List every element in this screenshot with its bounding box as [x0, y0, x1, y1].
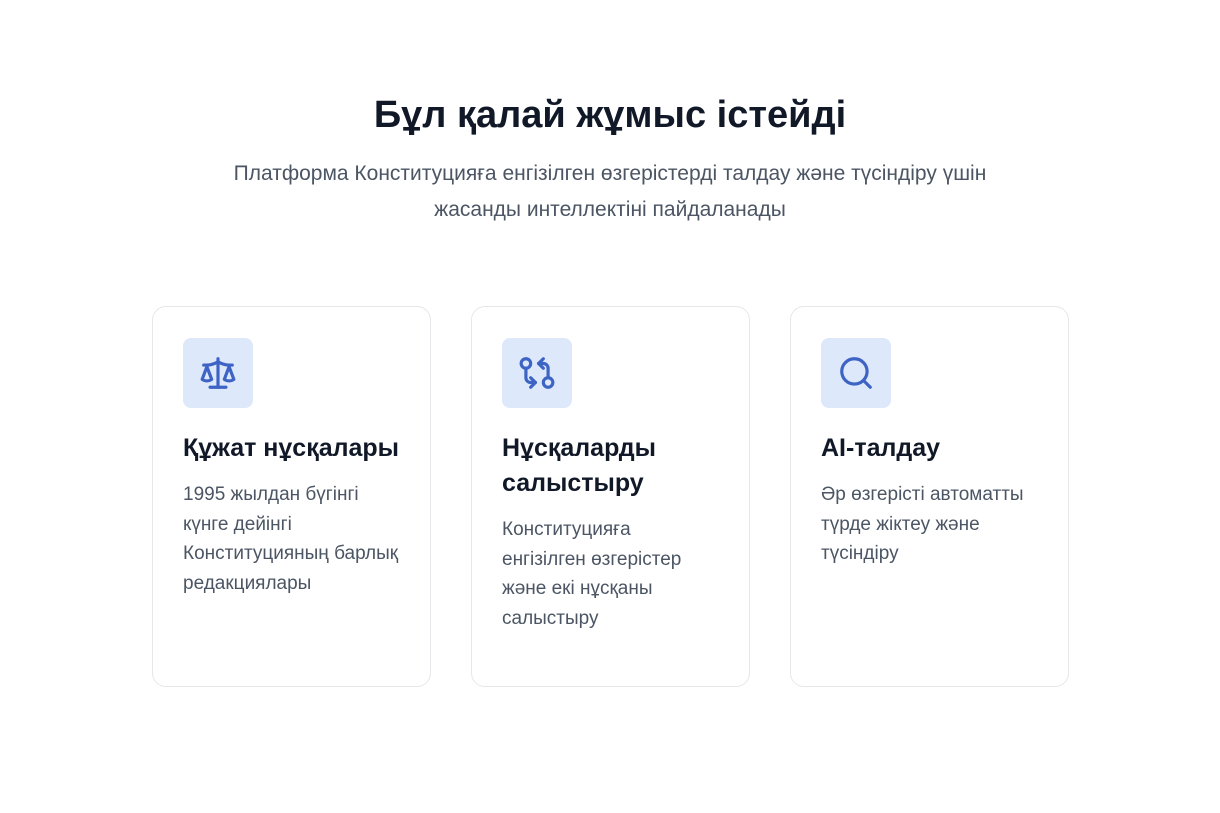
git-compare-icon	[502, 338, 572, 408]
scale-icon	[183, 338, 253, 408]
card-description: Әр өзгерісті автоматты түрде жіктеу және…	[821, 484, 1024, 564]
feature-card-document-versions: Құжат нұсқалары 1995 жылдан бүгінгі күнг…	[152, 306, 431, 687]
feature-cards: Құжат нұсқалары 1995 жылдан бүгінгі күнг…	[152, 306, 1069, 687]
search-icon	[821, 338, 891, 408]
section-subtitle: Платформа Конституцияға енгізілген өзгер…	[233, 162, 987, 221]
card-description: Конституцияға енгізілген өзгерістер және…	[502, 519, 682, 629]
section-title: Бұл қалай жұмыс істейді	[373, 94, 847, 136]
card-title: AI-талдау	[821, 434, 941, 462]
card-description: 1995 жылдан бүгінгі күнге дейінгі Консти…	[183, 484, 399, 594]
card-title: Нұсқаларды салыстыру	[502, 434, 656, 497]
feature-card-compare-versions: Нұсқаларды салыстыру Конституцияға енгіз…	[471, 306, 750, 687]
feature-card-ai-analysis: AI-талдау Әр өзгерісті автоматты түрде ж…	[790, 306, 1069, 687]
how-it-works-section: Бұл қалай жұмыс істейді Платформа Консти…	[0, 0, 1220, 813]
card-title: Құжат нұсқалары	[183, 434, 400, 462]
